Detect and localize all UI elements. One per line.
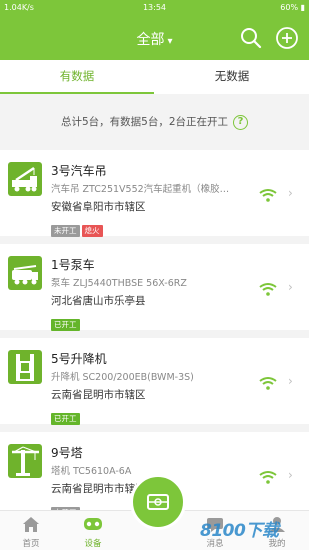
chevron-right-icon: › <box>288 374 293 388</box>
status-badges: 未开工 熄火 <box>51 218 105 237</box>
data-tabs: 有数据 无数据 <box>0 60 309 94</box>
signal-icon <box>259 471 277 484</box>
battery-icon: ▮ <box>300 3 305 12</box>
status-badges: 已开工 <box>51 312 82 331</box>
top-bar: 全部 ▾ <box>0 16 309 60</box>
device-card[interactable]: 3号汽车吊 汽车吊 ZTC251V552汽车起重机（橡胶… 安徽省阜阳市市辖区 … <box>0 150 309 237</box>
add-device-button[interactable] <box>275 26 299 50</box>
tab-no-data[interactable]: 无数据 <box>155 60 309 94</box>
device-name: 1号泵车 <box>51 258 95 272</box>
battery-percent: 60% <box>280 3 299 12</box>
tower-crane-icon <box>8 444 42 478</box>
summary-text: 总计5台，有数据5台，2台正在开工 <box>60 116 229 128</box>
device-location: 云南省昆明市市辖区 <box>51 389 146 401</box>
crane-truck-icon <box>8 162 42 196</box>
status-bar: 1.04K/s 13:54 60% ▮ <box>0 0 309 16</box>
status-badge: 熄火 <box>81 225 103 237</box>
status-badges: 已开工 <box>51 406 82 425</box>
battery-indicator: 60% ▮ <box>280 3 305 12</box>
device-name: 3号汽车吊 <box>51 164 107 178</box>
nav-label: 设备 <box>84 539 102 549</box>
pump-truck-icon <box>8 256 42 290</box>
plus-circle-icon <box>276 27 298 49</box>
device-location: 安徽省阜阳市市辖区 <box>51 201 146 213</box>
nav-devices[interactable]: 设备 <box>63 511 123 550</box>
app-screen: 1.04K/s 13:54 60% ▮ 全部 ▾ 有数据 无数据 总计5台，有数… <box>0 0 309 550</box>
device-model: 汽车吊 ZTC251V552汽车起重机（橡胶… <box>51 184 230 195</box>
chevron-right-icon: › <box>288 280 293 294</box>
nav-home[interactable]: 首页 <box>1 511 61 550</box>
status-badge: 已开工 <box>51 319 80 331</box>
help-icon[interactable]: ? <box>233 114 249 130</box>
filter-title: 全部 <box>136 32 165 48</box>
signal-icon <box>259 189 277 202</box>
device-location: 河北省唐山市乐亭县 <box>51 295 146 307</box>
device-card[interactable]: 5号升降机 升降机 SC200/200EB(BWM-3S) 云南省昆明市市辖区 … <box>0 338 309 425</box>
scan-device-button[interactable] <box>130 474 186 530</box>
watermark-logo: 8100下载 <box>200 521 279 541</box>
signal-icon <box>259 377 277 390</box>
tab-has-data[interactable]: 有数据 <box>0 60 154 94</box>
nav-label: 首页 <box>22 539 40 549</box>
signal-icon <box>259 283 277 296</box>
scan-icon <box>147 494 169 510</box>
device-model: 泵车 ZLJ5440THBSE 56X-6RZ <box>51 278 187 289</box>
device-name: 9号塔 <box>51 446 83 460</box>
device-icon <box>84 518 102 530</box>
summary-bar: 总计5台，有数据5台，2台正在开工? <box>0 100 309 144</box>
clock: 13:54 <box>142 3 167 12</box>
chevron-right-icon: › <box>288 468 293 482</box>
search-icon[interactable] <box>239 26 263 50</box>
status-badge: 已开工 <box>51 413 80 425</box>
device-card[interactable]: 1号泵车 泵车 ZLJ5440THBSE 56X-6RZ 河北省唐山市乐亭县 已… <box>0 244 309 331</box>
chevron-right-icon: › <box>288 186 293 200</box>
status-badge: 未开工 <box>51 225 80 237</box>
device-name: 5号升降机 <box>51 352 107 366</box>
home-icon <box>23 517 39 532</box>
device-model: 升降机 SC200/200EB(BWM-3S) <box>51 372 194 383</box>
chevron-down-icon: ▾ <box>167 36 173 47</box>
elevator-icon <box>8 350 42 384</box>
